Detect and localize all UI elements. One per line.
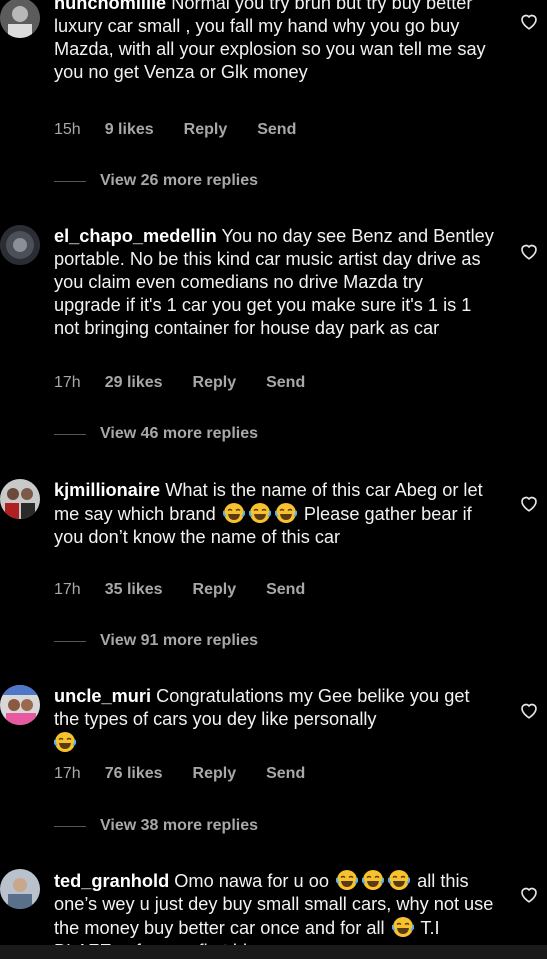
likes-count[interactable]: 9 likes (105, 121, 154, 139)
comment-text: kjmillionaire What is the name of this c… (54, 479, 494, 549)
comments-feed: nunchomillie Normal you try brun but try… (0, 0, 547, 945)
face-with-tears-of-joy-icon (274, 503, 297, 523)
face-with-tears-of-joy-icon (248, 503, 271, 523)
view-more-replies-label: View 91 more replies (100, 632, 259, 649)
likes-count[interactable]: 35 likes (105, 581, 163, 599)
heart-outline-icon[interactable] (519, 12, 539, 30)
face-with-tears-of-joy-icon (222, 503, 245, 523)
face-with-tears-of-joy-icon (54, 732, 76, 752)
view-more-replies-label: View 38 more replies (100, 817, 259, 834)
comment-time: 17h (54, 374, 81, 391)
heart-outline-icon[interactable] (519, 242, 539, 260)
comment-body: Omo nawa for u oo (174, 871, 329, 891)
view-more-replies[interactable]: View 26 more replies (54, 172, 258, 190)
send-button[interactable]: Send (266, 581, 305, 599)
comment-username[interactable]: el_chapo_medellin (54, 226, 217, 246)
likes-count[interactable]: 76 likes (105, 765, 163, 783)
comment-meta: 17h 35 likes Reply Send (54, 581, 305, 599)
avatar[interactable] (0, 479, 40, 519)
avatar[interactable] (0, 685, 40, 725)
reply-button[interactable]: Reply (193, 765, 237, 783)
view-more-replies-label: View 26 more replies (100, 172, 259, 189)
comment-username[interactable]: nunchomillie (54, 0, 166, 13)
comment-username[interactable]: ted_granhold (54, 871, 169, 891)
face-with-tears-of-joy-icon (391, 917, 414, 937)
divider (54, 825, 86, 827)
face-with-tears-of-joy-icon (336, 870, 359, 890)
comment-text: el_chapo_medellin You no day see Benz an… (54, 225, 494, 340)
avatar[interactable] (0, 225, 40, 265)
send-button[interactable]: Send (266, 374, 305, 392)
view-more-replies[interactable]: View 46 more replies (54, 425, 258, 443)
reply-button[interactable]: Reply (184, 121, 228, 139)
reply-button[interactable]: Reply (193, 374, 237, 392)
view-more-replies[interactable]: View 91 more replies (54, 632, 258, 650)
send-button[interactable]: Send (266, 765, 305, 783)
bottom-bar (0, 945, 547, 959)
reply-button[interactable]: Reply (193, 581, 237, 599)
comment-username[interactable]: uncle_muri (54, 686, 151, 706)
comment-text: ted_granhold Omo nawa for u oo all this … (54, 869, 494, 945)
heart-outline-icon[interactable] (519, 701, 539, 719)
comment-time: 15h (54, 121, 81, 138)
comment-username[interactable]: kjmillionaire (54, 480, 160, 500)
face-with-tears-of-joy-icon (362, 870, 385, 890)
comment-time: 17h (54, 581, 81, 598)
heart-outline-icon[interactable] (519, 494, 539, 512)
comment-meta: 15h 9 likes Reply Send (54, 121, 296, 139)
divider (54, 640, 86, 642)
heart-outline-icon[interactable] (519, 885, 539, 903)
comment-time: 17h (54, 765, 81, 782)
view-more-replies-label: View 46 more replies (100, 425, 259, 442)
view-more-replies[interactable]: View 38 more replies (54, 817, 258, 835)
avatar[interactable] (0, 869, 40, 909)
divider (54, 180, 86, 182)
divider (54, 433, 86, 435)
comment-meta: 17h 76 likes Reply Send (54, 765, 305, 783)
comment-text: uncle_muri Congratulations my Gee belike… (54, 685, 494, 755)
send-button[interactable]: Send (257, 121, 296, 139)
avatar[interactable] (0, 0, 40, 38)
likes-count[interactable]: 29 likes (105, 374, 163, 392)
comment-text: nunchomillie Normal you try brun but try… (54, 0, 494, 84)
comment-meta: 17h 29 likes Reply Send (54, 374, 305, 392)
face-with-tears-of-joy-icon (388, 870, 411, 890)
